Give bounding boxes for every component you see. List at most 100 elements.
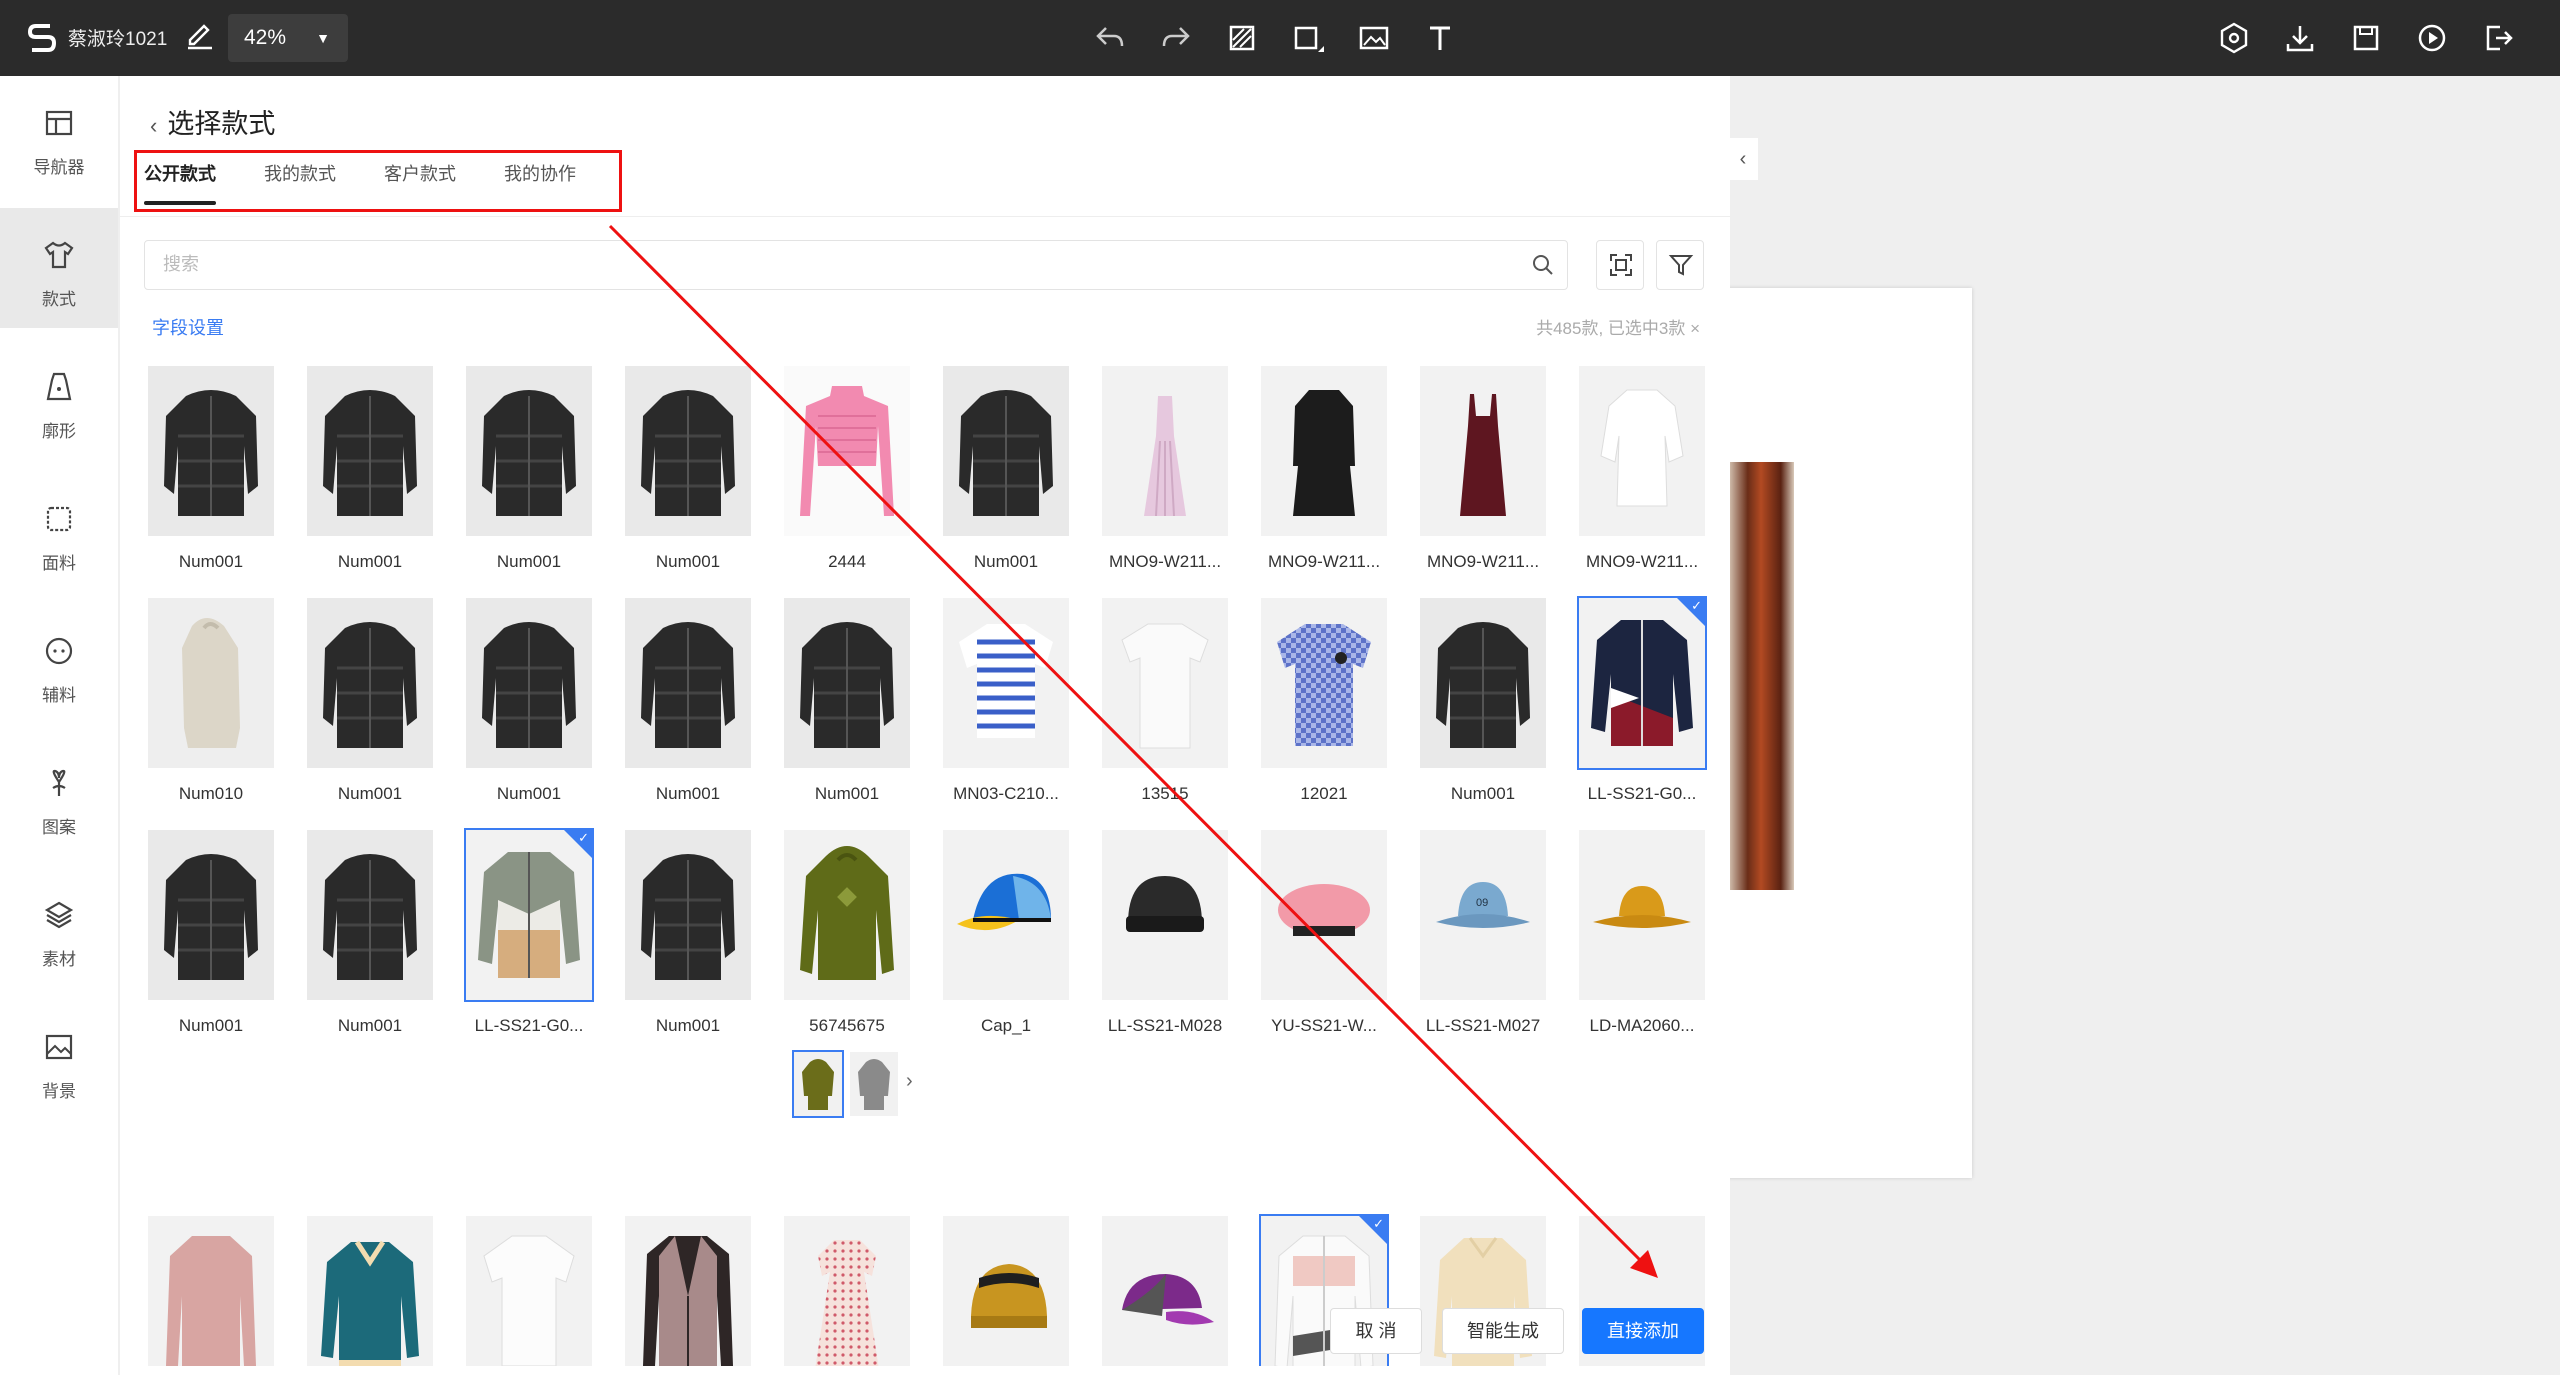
style-card[interactable]: LL-SS21-M028 bbox=[1102, 830, 1228, 1036]
style-card[interactable]: 12021 bbox=[1261, 598, 1387, 804]
style-thumbnail-purplecap[interactable] bbox=[1102, 1216, 1228, 1366]
style-thumbnail-cap[interactable] bbox=[943, 830, 1069, 1000]
style-card[interactable]: Num001 bbox=[307, 598, 433, 804]
style-card[interactable]: Cap_1 bbox=[943, 830, 1069, 1036]
style-card[interactable]: ✓ LL-SS21-G0... bbox=[1577, 596, 1707, 804]
save-icon[interactable] bbox=[2348, 20, 2384, 56]
style-card[interactable]: Num001 bbox=[625, 830, 751, 1036]
zoom-select[interactable]: 42% ▼ bbox=[228, 14, 348, 62]
filter-button[interactable] bbox=[1656, 240, 1704, 290]
style-card[interactable]: Num001 bbox=[943, 366, 1069, 572]
style-card[interactable]: ✓ LL-SS21-G0... bbox=[464, 828, 594, 1036]
redo-icon[interactable] bbox=[1158, 20, 1194, 56]
style-thumbnail-puffer[interactable] bbox=[625, 830, 751, 1000]
edit-icon[interactable] bbox=[184, 20, 216, 52]
search-field[interactable] bbox=[144, 240, 1568, 290]
play-icon[interactable] bbox=[2414, 20, 2450, 56]
style-thumbnail-puffer[interactable] bbox=[466, 366, 592, 536]
sidebar-item-background[interactable]: 背景 bbox=[0, 1000, 118, 1120]
style-card[interactable]: Num001 bbox=[307, 366, 433, 572]
style-thumbnail-jacket2[interactable]: ✓ bbox=[464, 828, 594, 1002]
style-thumbnail-puffer[interactable] bbox=[466, 598, 592, 768]
style-card[interactable]: Num001 bbox=[466, 598, 592, 804]
style-card[interactable]: Num001 bbox=[1420, 598, 1546, 804]
chevron-right-icon[interactable]: › bbox=[906, 1070, 913, 1093]
style-card[interactable]: Num001 bbox=[466, 366, 592, 572]
eraser-icon[interactable] bbox=[1224, 20, 1260, 56]
preview-icon[interactable] bbox=[2216, 20, 2252, 56]
style-thumbnail-whiteshirt[interactable] bbox=[466, 1216, 592, 1366]
sidebar-item-fabric[interactable]: 面料 bbox=[0, 472, 118, 592]
style-card[interactable]: MNO9-W211... bbox=[1102, 366, 1228, 572]
style-thumbnail-bucket[interactable]: 09 bbox=[1420, 830, 1546, 1000]
style-thumbnail-blazer[interactable] bbox=[625, 1216, 751, 1366]
style-card[interactable]: Num001 bbox=[625, 598, 751, 804]
style-thumbnail-reddress[interactable] bbox=[1420, 366, 1546, 536]
style-thumbnail-tealsweater[interactable] bbox=[307, 1216, 433, 1366]
sidebar-item-trims[interactable]: 辅料 bbox=[0, 604, 118, 724]
style-card[interactable] bbox=[307, 1216, 433, 1366]
style-thumbnail-puffer[interactable] bbox=[307, 598, 433, 768]
style-thumbnail-puffer[interactable] bbox=[148, 366, 274, 536]
sidebar-item-navigator[interactable]: 导航器 bbox=[0, 76, 118, 196]
style-card[interactable]: Num001 bbox=[307, 830, 433, 1036]
search-input[interactable] bbox=[161, 241, 1461, 287]
style-card[interactable]: YU-SS21-W... bbox=[1261, 830, 1387, 1036]
style-thumbnail-truckercap[interactable] bbox=[943, 1216, 1069, 1366]
style-card[interactable] bbox=[466, 1216, 592, 1366]
sidebar-item-style[interactable]: 款式 bbox=[0, 208, 118, 328]
collapse-panel-button[interactable]: ‹ bbox=[1728, 138, 1758, 180]
style-card[interactable]: LD-MA2060... bbox=[1579, 830, 1705, 1036]
style-card[interactable]: MNO9-W211... bbox=[1261, 366, 1387, 572]
style-thumbnail-pinktop[interactable] bbox=[784, 366, 910, 536]
exit-icon[interactable] bbox=[2480, 20, 2516, 56]
style-thumbnail-floraldress[interactable] bbox=[784, 1216, 910, 1366]
style-thumbnail-greenhoodie[interactable] bbox=[784, 830, 910, 1000]
style-thumbnail-blackdress[interactable] bbox=[1261, 366, 1387, 536]
style-thumbnail-beret[interactable] bbox=[1261, 830, 1387, 1000]
download-icon[interactable] bbox=[2282, 20, 2318, 56]
style-card[interactable] bbox=[784, 1216, 910, 1366]
style-card[interactable] bbox=[148, 1216, 274, 1366]
variant-thumb[interactable] bbox=[792, 1050, 844, 1118]
style-thumbnail-puffer[interactable] bbox=[307, 366, 433, 536]
style-card[interactable]: 13515 bbox=[1102, 598, 1228, 804]
variant-thumb[interactable] bbox=[850, 1052, 898, 1116]
style-card[interactable]: MNO9-W211... bbox=[1420, 366, 1546, 572]
style-card[interactable] bbox=[943, 1216, 1069, 1366]
style-card[interactable]: Num001 bbox=[784, 598, 910, 804]
cancel-button[interactable]: 取 消 bbox=[1330, 1308, 1422, 1354]
canvas-garment-preview[interactable] bbox=[1728, 462, 1794, 890]
style-thumbnail-hoodie[interactable] bbox=[148, 598, 274, 768]
style-card[interactable]: Num010 bbox=[148, 598, 274, 804]
style-card[interactable]: 2444 bbox=[784, 366, 910, 572]
style-thumbnail-puffer[interactable] bbox=[307, 830, 433, 1000]
style-card[interactable]: 09 LL-SS21-M027 bbox=[1420, 830, 1546, 1036]
direct-add-button[interactable]: 直接添加 bbox=[1582, 1308, 1704, 1354]
style-card[interactable]: MNO9-W211... bbox=[1579, 366, 1705, 572]
image-icon[interactable] bbox=[1356, 20, 1392, 56]
style-card[interactable]: Num001 bbox=[148, 366, 274, 572]
style-thumbnail-whiteblouse[interactable] bbox=[1579, 366, 1705, 536]
style-card[interactable]: Num001 bbox=[625, 366, 751, 572]
scan-button[interactable] bbox=[1596, 240, 1644, 290]
style-thumbnail-pinkcoat[interactable] bbox=[148, 1216, 274, 1366]
style-thumbnail-puffer[interactable] bbox=[148, 830, 274, 1000]
style-thumbnail-beanie[interactable] bbox=[1102, 830, 1228, 1000]
back-button[interactable]: ‹ 选择款式 bbox=[150, 102, 275, 141]
style-card[interactable] bbox=[1102, 1216, 1228, 1366]
undo-icon[interactable] bbox=[1092, 20, 1128, 56]
style-thumbnail-puffer[interactable] bbox=[784, 598, 910, 768]
smart-generate-button[interactable]: 智能生成 bbox=[1442, 1308, 1564, 1354]
style-thumbnail-pinkdress[interactable] bbox=[1102, 366, 1228, 536]
username[interactable]: 蔡淑玲1021 bbox=[68, 24, 167, 51]
style-thumbnail-puffer[interactable] bbox=[943, 366, 1069, 536]
style-card[interactable]: Num001 bbox=[148, 830, 274, 1036]
style-thumbnail-checktee[interactable] bbox=[1261, 598, 1387, 768]
style-card[interactable] bbox=[625, 1216, 751, 1366]
rectangle-icon[interactable] bbox=[1290, 20, 1326, 56]
sidebar-item-materials[interactable]: 素材 bbox=[0, 868, 118, 988]
style-thumbnail-stripe[interactable] bbox=[943, 598, 1069, 768]
style-thumbnail-jacket1[interactable]: ✓ bbox=[1577, 596, 1707, 770]
style-thumbnail-puffer[interactable] bbox=[625, 598, 751, 768]
